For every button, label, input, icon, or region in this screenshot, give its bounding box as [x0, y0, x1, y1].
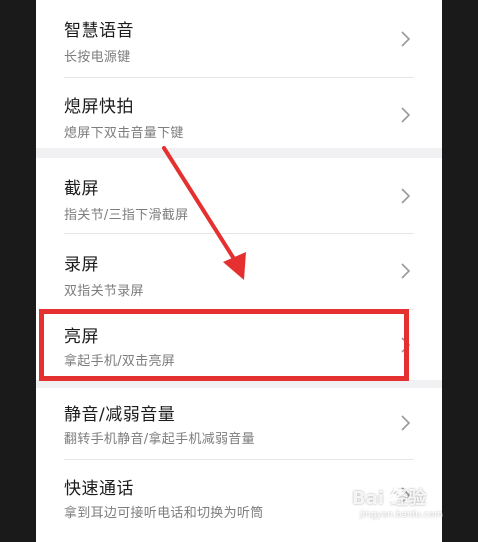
item-subtitle: 双指关节录屏 [64, 284, 144, 299]
item-subtitle: 长按电源键 [64, 50, 131, 65]
settings-item-smart-voice[interactable]: 智慧语音 长按电源键 [36, 0, 442, 78]
settings-item-wake-screen[interactable]: 亮屏 拿起手机/双击亮屏 [36, 310, 442, 380]
item-subtitle: 指关节/三指下滑截屏 [64, 208, 189, 223]
item-subtitle: 拿起手机/双击亮屏 [64, 354, 176, 369]
settings-group-3: 静音/减弱音量 翻转手机静音/拿起手机减弱音量 快速通话 拿到耳边可接听电话和切… [36, 388, 442, 542]
chevron-right-icon [400, 106, 412, 124]
settings-item-screenshot[interactable]: 截屏 指关节/三指下滑截屏 [36, 158, 442, 234]
item-subtitle: 熄屏下双击音量下键 [64, 126, 184, 141]
settings-item-screen-record[interactable]: 录屏 双指关节录屏 [36, 234, 442, 310]
settings-item-quick-call[interactable]: 快速通话 拿到耳边可接听电话和切换为听筒 [36, 460, 442, 542]
settings-panel: 智慧语音 长按电源键 熄屏快拍 熄屏下双击音量下键 截屏 指关节/三指下滑截屏 … [36, 0, 442, 542]
item-title: 截屏 [64, 179, 99, 199]
item-title: 亮屏 [64, 327, 99, 347]
item-title: 静音/减弱音量 [64, 405, 176, 425]
settings-group-1: 智慧语音 长按电源键 熄屏快拍 熄屏下双击音量下键 [36, 0, 442, 148]
chevron-right-icon [400, 336, 412, 354]
item-title: 录屏 [64, 255, 99, 275]
chevron-right-icon [400, 30, 412, 48]
item-subtitle: 翻转手机静音/拿起手机减弱音量 [64, 432, 255, 447]
settings-group-2: 截屏 指关节/三指下滑截屏 录屏 双指关节录屏 亮屏 拿起手机/双击亮屏 [36, 158, 442, 380]
chevron-right-icon [400, 262, 412, 280]
settings-item-screen-off-snap[interactable]: 熄屏快拍 熄屏下双击音量下键 [36, 78, 442, 148]
item-title: 熄屏快拍 [64, 97, 134, 117]
settings-item-mute[interactable]: 静音/减弱音量 翻转手机静音/拿起手机减弱音量 [36, 388, 442, 460]
item-title: 快速通话 [64, 479, 134, 499]
chevron-right-icon [400, 187, 412, 205]
item-subtitle: 拿到耳边可接听电话和切换为听筒 [64, 506, 264, 521]
item-title: 智慧语音 [64, 21, 134, 41]
chevron-right-icon [400, 414, 412, 432]
chevron-right-icon [400, 486, 412, 504]
